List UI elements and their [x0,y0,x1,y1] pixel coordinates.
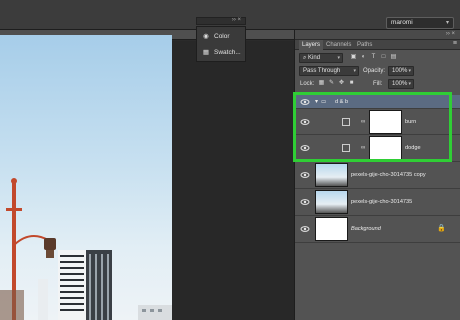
swatches-label: Swatch... [214,49,241,56]
workspace-switcher[interactable]: maromi ▾ [386,17,454,29]
opacity-field[interactable]: 100% ▾ [388,66,414,76]
lock-label: Lock: [300,81,315,87]
layers-panel: ›› × Layers Channels Paths ≡ ⌕ Kind ▾ ▣ … [294,30,460,320]
layer-name: Background [351,226,381,232]
panel-strip: ›› × [295,30,460,40]
filter-kind-value: Kind [308,55,321,61]
tab-channels[interactable]: Channels [326,40,351,50]
lock-image-icon[interactable]: ✎ [327,79,336,88]
opacity-label: Opacity: [363,68,386,74]
tab-layers[interactable]: Layers [299,40,324,50]
layer-row-photo[interactable]: pexels-gije-cho-3014735 [295,189,460,216]
opacity-value: 100% [392,68,408,74]
floating-panel-header[interactable]: ›› × [196,17,246,25]
layer-name: pexels-gije-cho-3014735 [351,199,413,205]
building-left [38,279,48,320]
layer-thumbnail[interactable] [315,163,348,187]
panel-menu-icon[interactable]: ≡ [453,40,457,47]
color-icon: ◉ [203,33,209,40]
panel-tabs: Layers Channels Paths ≡ [295,40,460,50]
building-right [138,305,172,320]
lock-icon: 🔒 [437,225,446,232]
color-label: Color [214,33,230,40]
selection-highlight [293,92,452,162]
filter-pixel-icon[interactable]: ▣ [349,53,358,62]
lock-transparent-icon[interactable]: ▦ [317,79,326,88]
collapse-icon[interactable]: ›› × [446,31,455,37]
canvas-photo [0,178,172,320]
building-tall [58,250,112,320]
chevron-down-icon: ▾ [408,81,411,87]
chevron-down-icon: ▾ [408,68,411,74]
eye-icon[interactable] [300,224,310,234]
fill-value: 100% [392,81,408,87]
workspace-name: maromi [391,19,413,26]
document-canvas[interactable] [0,35,172,320]
blend-mode-select[interactable]: Pass Through ▾ [299,66,359,76]
eye-icon[interactable] [300,170,310,180]
filter-type-icon[interactable]: T [369,53,378,62]
swatches-panel-button[interactable]: ▦ Swatch... [201,46,245,60]
fill-label: Fill: [373,81,383,87]
chevron-down-icon: ▾ [337,55,340,61]
chevron-down-icon: ▾ [445,20,449,26]
collapse-icon[interactable]: ›› × [232,17,241,23]
swatches-icon: ▦ [202,49,210,56]
layer-row-photo-copy[interactable]: pexels-gije-cho-3014735 copy [295,162,460,189]
filter-smart-icon[interactable]: ▤ [389,53,398,62]
layer-thumbnail[interactable] [315,190,348,214]
color-panel-button[interactable]: ◉ Color [201,30,245,44]
lock-all-icon[interactable]: ■ [347,79,356,88]
eye-icon[interactable] [300,197,310,207]
floating-panel-dock: ◉ Color ▦ Swatch... [196,26,246,62]
layer-name: pexels-gije-cho-3014735 copy [351,172,426,178]
layer-thumbnail[interactable] [315,217,348,241]
blend-mode-value: Pass Through [303,68,341,74]
lock-position-icon[interactable]: ✥ [337,79,346,88]
filter-adjustment-icon[interactable]: ◐ [359,53,368,62]
filter-kind-select[interactable]: ⌕ Kind ▾ [299,53,343,63]
layer-row-background[interactable]: Background 🔒 [295,216,460,243]
chevron-down-icon: ▾ [353,68,356,74]
tab-paths[interactable]: Paths [357,40,372,50]
filter-shape-icon[interactable]: □ [379,53,388,62]
fill-field[interactable]: 100% ▾ [388,79,414,89]
